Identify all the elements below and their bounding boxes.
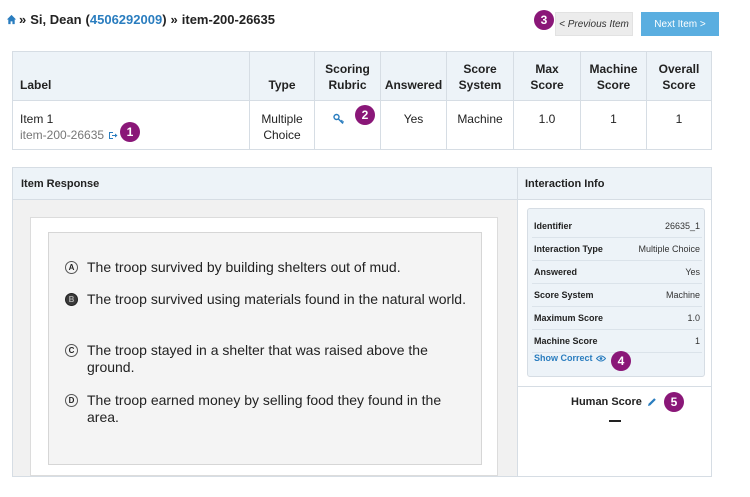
- option-radio[interactable]: D: [65, 394, 78, 407]
- paren-close: ): [162, 12, 167, 27]
- item-response-area[interactable]: A The troop survived by building shelter…: [13, 200, 517, 476]
- option-a[interactable]: A The troop survived by building shelter…: [65, 259, 472, 276]
- cell-overall-score: 1: [646, 101, 711, 150]
- panel-header: Item Response Interaction Info: [13, 168, 711, 200]
- pencil-icon[interactable]: [647, 397, 657, 407]
- item-id-text: item-200-26635: [20, 128, 105, 142]
- response-panel: Item Response Interaction Info A The tro…: [12, 167, 712, 477]
- breadcrumb-sep: »: [19, 12, 27, 27]
- col-type: Type: [249, 52, 314, 101]
- col-answered: Answered: [380, 52, 446, 101]
- cell-score-system: Machine: [446, 101, 513, 150]
- col-scoring-rubric: Scoring Rubric: [314, 52, 380, 101]
- option-b[interactable]: B The troop survived using materials fou…: [65, 291, 472, 308]
- cell-type: Multiple Choice: [249, 101, 314, 150]
- home-icon[interactable]: [6, 14, 17, 25]
- option-d[interactable]: D The troop earned money by selling food…: [65, 392, 472, 426]
- option-radio-selected[interactable]: B: [65, 293, 78, 306]
- show-correct-link[interactable]: Show Correct: [534, 353, 606, 363]
- breadcrumb: » Si, Dean (4506292009) » item-200-26635: [6, 12, 275, 27]
- option-text: The troop earned money by selling food t…: [87, 392, 442, 425]
- callout-badge-5: 5: [664, 392, 684, 412]
- info-row-identifier: Identifier 26635_1: [532, 215, 702, 238]
- key-icon[interactable]: [332, 113, 345, 125]
- callout-badge-4: 4: [611, 351, 631, 371]
- info-row-machine-score: Machine Score 1: [532, 330, 702, 353]
- item-response-title: Item Response: [21, 178, 100, 190]
- cell-max-score: 1.0: [513, 101, 580, 150]
- table-header: Label Type Scoring Rubric Answered Score…: [13, 52, 711, 101]
- cell-answered: Yes: [380, 101, 446, 150]
- item-id: item-200-26635: [181, 12, 275, 27]
- question-card: A The troop survived by building shelter…: [30, 217, 498, 476]
- item-summary-table: Label Type Scoring Rubric Answered Score…: [12, 51, 712, 150]
- info-separator: [518, 386, 712, 387]
- next-item-button[interactable]: Next Item >: [641, 12, 719, 36]
- callout-badge-2: 2: [355, 105, 375, 125]
- col-max-score: Max Score: [513, 52, 580, 101]
- human-score: Human Score: [571, 396, 657, 408]
- human-score-empty-dash: [609, 420, 621, 422]
- option-radio[interactable]: A: [65, 261, 78, 274]
- breadcrumb-sep: »: [170, 12, 178, 27]
- interaction-info-title: Interaction Info: [525, 178, 605, 190]
- eye-icon: [595, 355, 606, 361]
- col-label: Label: [20, 78, 52, 92]
- previous-item-button[interactable]: < Previous Item: [555, 12, 633, 36]
- col-score-system: Score System: [446, 52, 513, 101]
- col-machine-score: Machine Score: [580, 52, 646, 101]
- option-text: The troop survived by building shelters …: [87, 259, 401, 275]
- callout-badge-3: 3: [534, 10, 554, 30]
- col-overall-score: Overall Score: [646, 52, 711, 101]
- option-text: The troop survived using materials found…: [87, 291, 466, 307]
- option-c[interactable]: C The troop stayed in a shelter that was…: [65, 342, 472, 376]
- answer-options: A The troop survived by building shelter…: [48, 232, 482, 465]
- info-row-interaction-type: Interaction Type Multiple Choice: [532, 238, 702, 261]
- info-row-answered: Answered Yes: [532, 261, 702, 284]
- student-name: Si, Dean: [30, 12, 82, 27]
- info-row-maximum-score: Maximum Score 1.0: [532, 307, 702, 330]
- callout-badge-1: 1: [120, 122, 140, 142]
- human-score-label: Human Score: [571, 396, 642, 408]
- exit-icon[interactable]: [108, 130, 118, 140]
- option-radio[interactable]: C: [65, 344, 78, 357]
- option-text: The troop stayed in a shelter that was r…: [87, 342, 428, 375]
- cell-machine-score: 1: [580, 101, 646, 150]
- student-id-link[interactable]: 4506292009: [90, 12, 162, 27]
- info-row-score-system: Score System Machine: [532, 284, 702, 307]
- panel-divider: [517, 168, 518, 476]
